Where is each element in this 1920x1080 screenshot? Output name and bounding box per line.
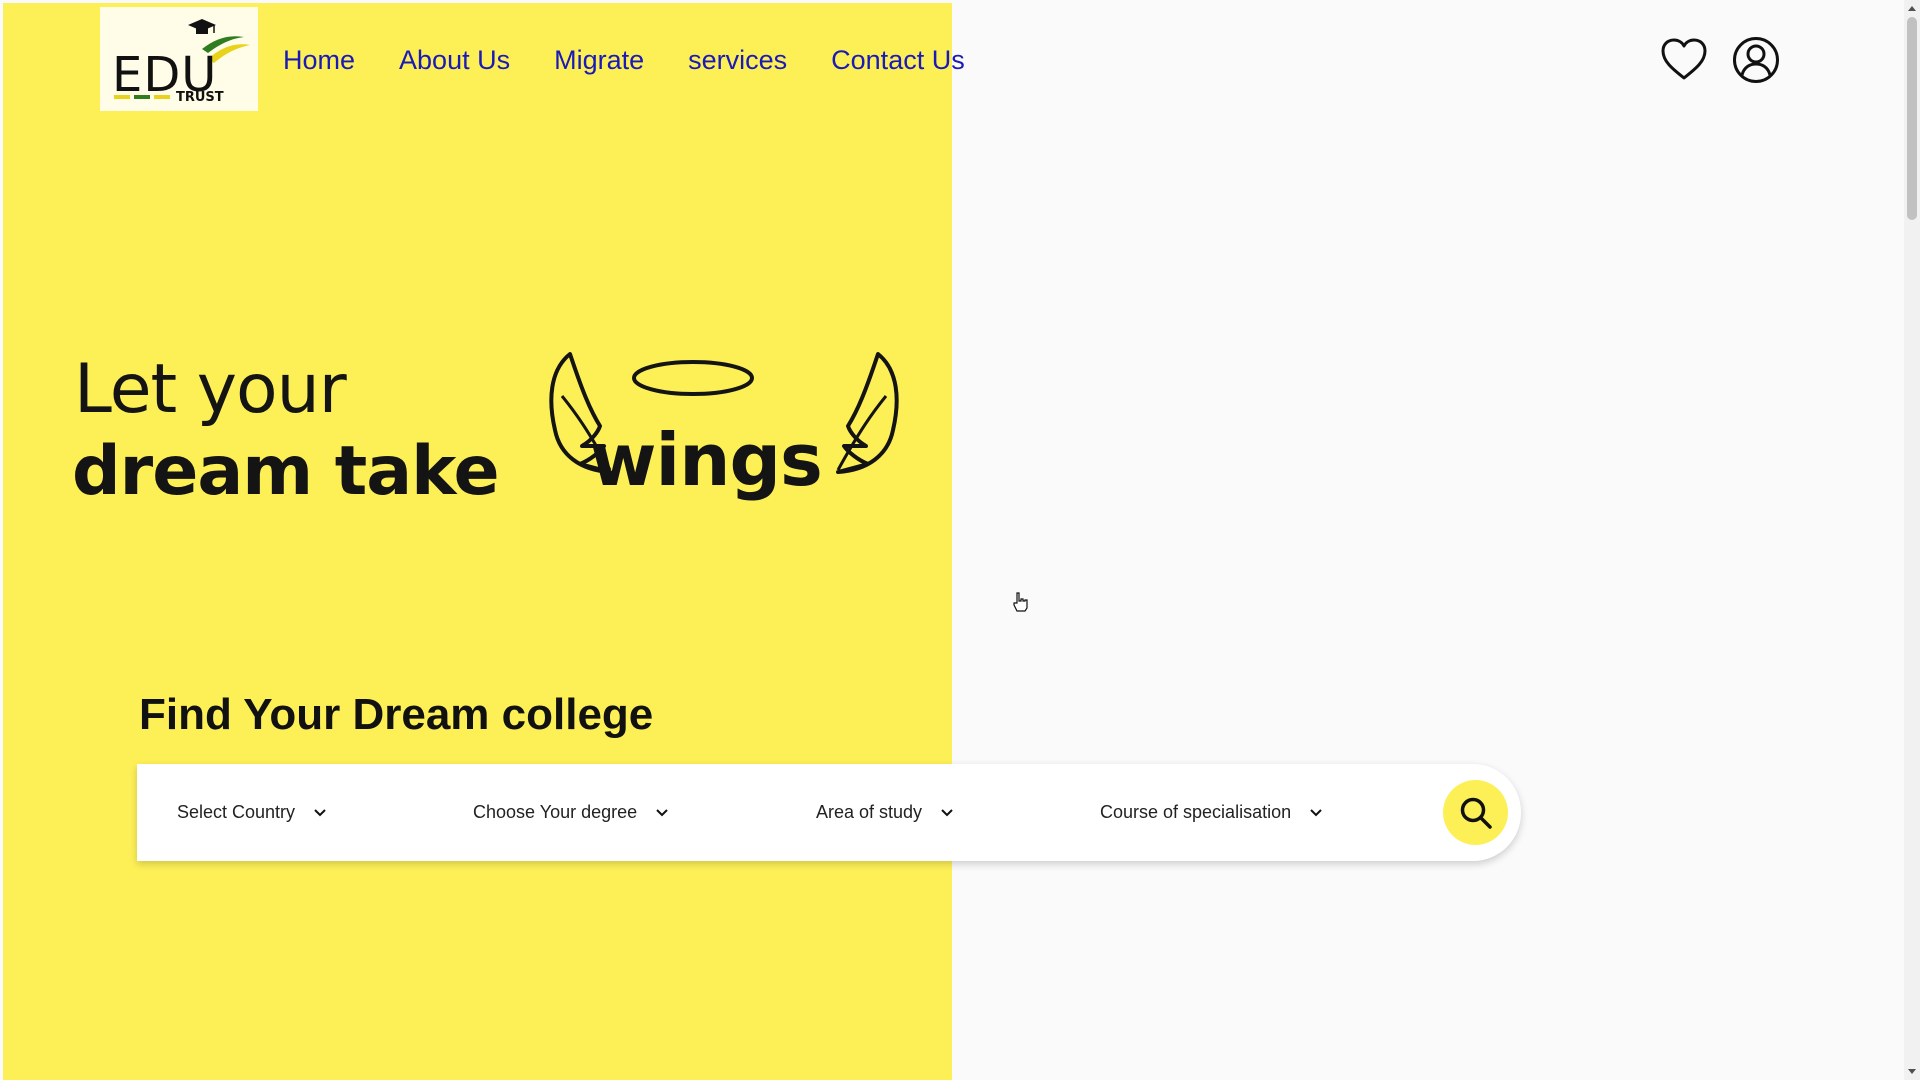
college-search-bar: Select Country Choose Your degree Area o… [137,764,1521,861]
chevron-down-icon [940,806,954,820]
select-degree[interactable]: Choose Your degree [473,764,669,861]
wishlist-button[interactable] [1660,36,1708,84]
hero-line-1: Let your [74,350,347,429]
select-country-label: Select Country [177,802,296,822]
select-area-of-study[interactable]: Area of study [816,764,954,861]
nav-about-us[interactable]: About Us [399,45,510,76]
nav-home[interactable]: Home [283,45,355,76]
logo-subtext: TRUST [176,90,224,105]
hero-tagline: Let your dream take wings [70,340,910,511]
hero-line-2: dream take [72,432,500,511]
page-scrollbar[interactable] [1904,0,1920,1080]
select-degree-label: Choose Your degree [473,802,638,822]
heart-icon [1661,38,1707,80]
hero-background [3,3,952,1080]
nav-migrate[interactable]: Migrate [554,45,644,76]
header-actions [1660,36,1780,84]
scroll-down-icon[interactable] [1907,1067,1917,1077]
page: EDU TRUST Home About Us Migrate services… [0,0,1920,1080]
select-area-label: Area of study [816,802,923,822]
search-button[interactable] [1443,780,1508,845]
select-country[interactable]: Select Country [177,764,327,861]
select-specialisation-label: Course of specialisation [1100,802,1292,822]
main-nav: Home About Us Migrate services Contact U… [283,40,965,80]
search-title: Find Your Dream college [139,690,654,739]
chevron-down-icon [313,806,327,820]
logo-graphic: EDU TRUST [112,19,250,105]
nav-services[interactable]: services [688,45,787,76]
scroll-up-icon[interactable] [1907,3,1917,13]
hero-word: wings [590,418,823,502]
account-button[interactable] [1732,36,1780,84]
brand-logo[interactable]: EDU TRUST [100,7,258,111]
nav-contact-us[interactable]: Contact Us [831,45,965,76]
scrollbar-thumb[interactable] [1907,17,1917,220]
chevron-down-icon [1309,806,1323,820]
hand-cursor-icon [1013,592,1028,612]
select-specialisation[interactable]: Course of specialisation [1100,764,1323,861]
chevron-down-icon [655,806,669,820]
search-icon [1460,797,1492,829]
user-icon [1733,37,1779,83]
